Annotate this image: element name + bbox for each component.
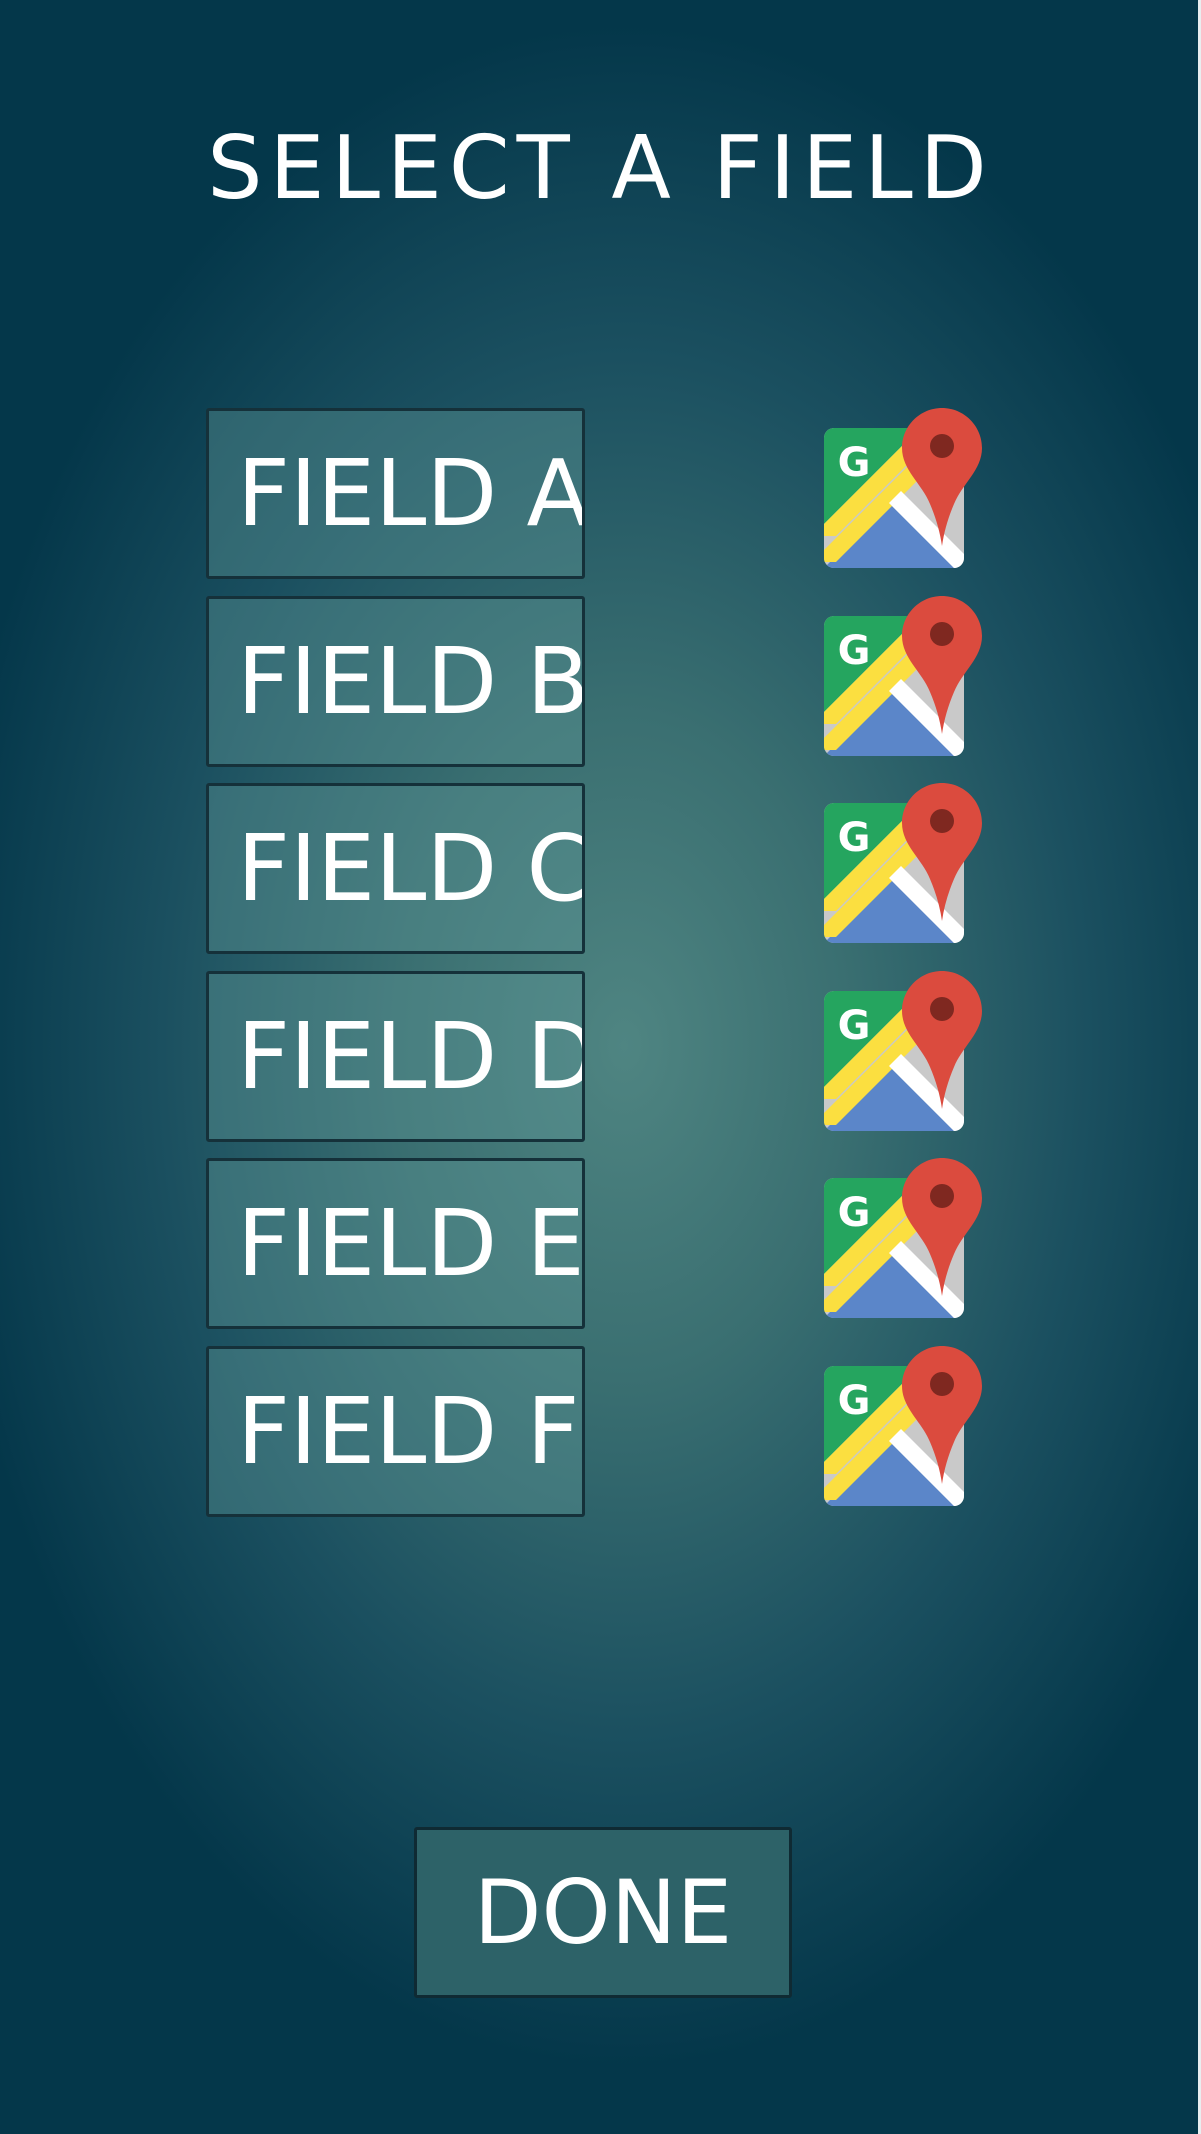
field-f-button[interactable]: FIELD F (206, 1346, 585, 1517)
svg-text:G: G (838, 628, 871, 674)
field-e-button[interactable]: FIELD E (206, 1158, 585, 1329)
google-maps-icon[interactable]: G (824, 1158, 982, 1318)
field-c-button[interactable]: FIELD C (206, 783, 585, 954)
background (0, 0, 1201, 2134)
svg-text:G: G (838, 1003, 871, 1049)
field-d-button[interactable]: FIELD D (206, 971, 585, 1142)
page-title: SELECT A FIELD (207, 117, 994, 219)
google-maps-icon[interactable]: G (824, 596, 982, 756)
done-button[interactable]: DONE (414, 1827, 792, 1998)
field-b-button[interactable]: FIELD B (206, 596, 585, 767)
field-a-button[interactable]: FIELD A (206, 408, 585, 579)
google-maps-icon[interactable]: G (824, 971, 982, 1131)
svg-text:G: G (838, 815, 871, 861)
svg-text:G: G (838, 1378, 871, 1424)
svg-text:G: G (838, 440, 871, 486)
svg-text:G: G (838, 1190, 871, 1236)
google-maps-icon[interactable]: G (824, 408, 982, 568)
google-maps-icon[interactable]: G (824, 1346, 982, 1506)
google-maps-icon[interactable]: G (824, 783, 982, 943)
